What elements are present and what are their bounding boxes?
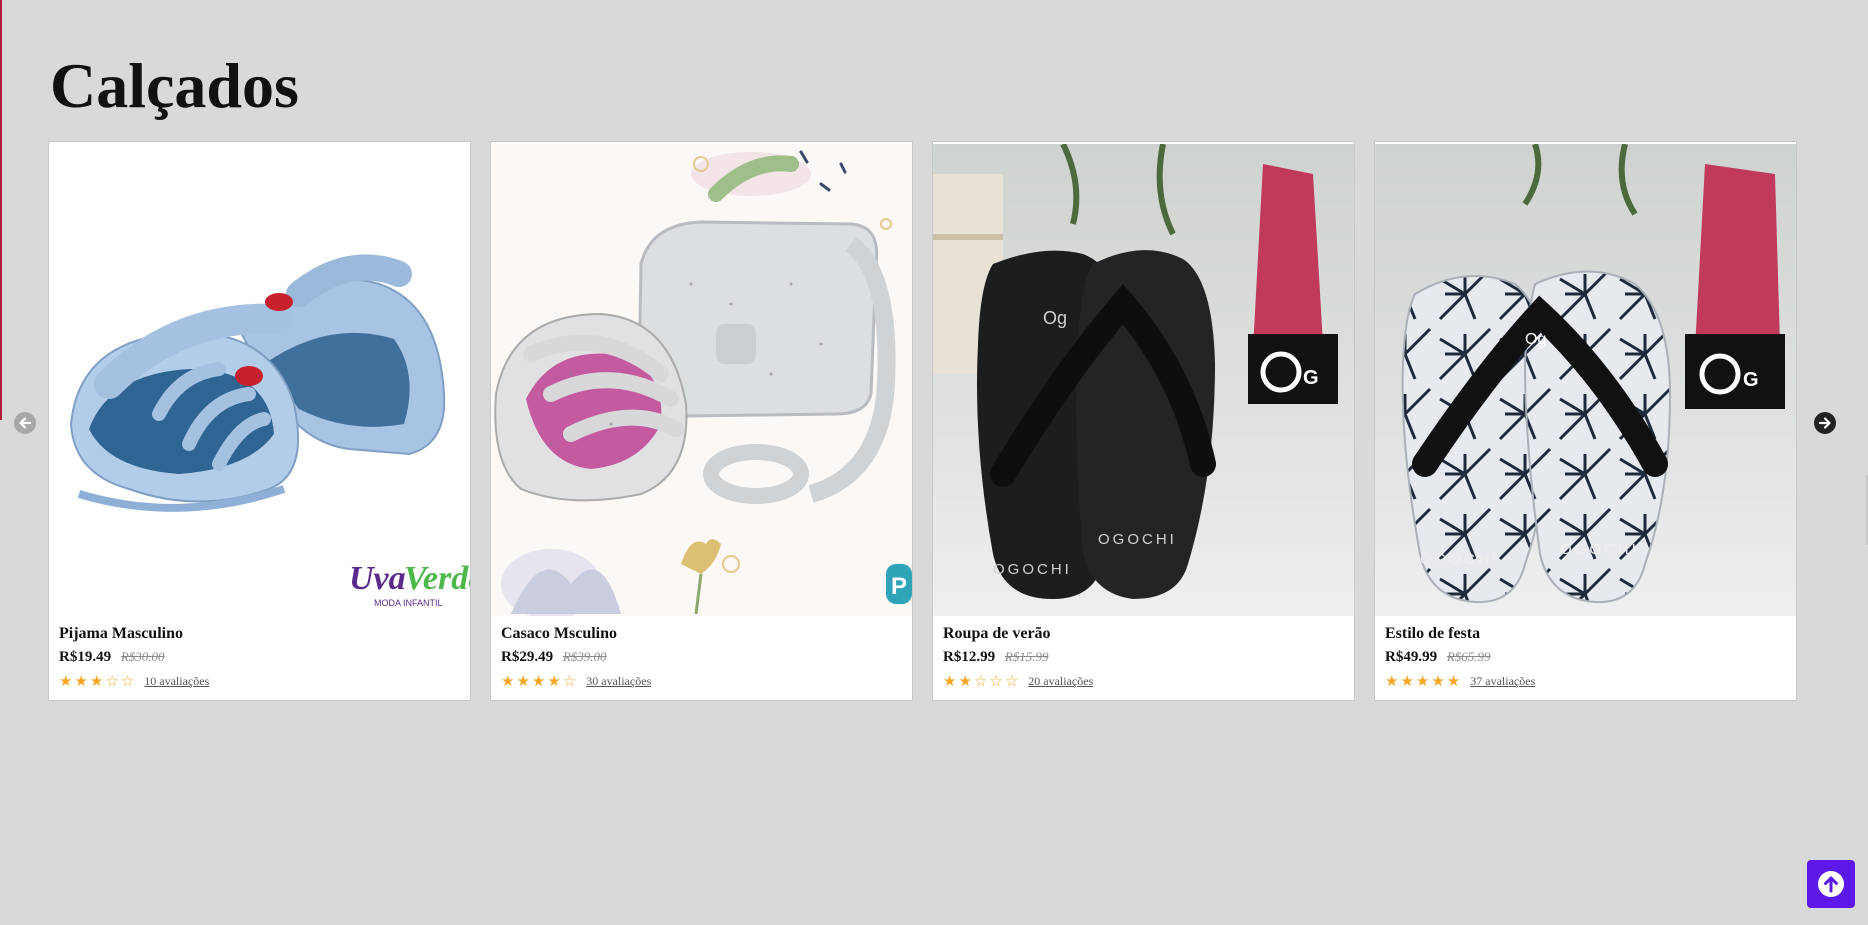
star-empty-icon: ☆ — [973, 672, 988, 690]
product-carousel: Uva Verde MODA INFANTIL Pijama Masculino… — [48, 141, 1802, 703]
product-price: R$49.99 — [1385, 649, 1438, 665]
product-old-price: R$15.99 — [1004, 649, 1049, 664]
product-name[interactable]: Estilo de festa — [1385, 624, 1786, 644]
svg-text:Og: Og — [1525, 331, 1546, 348]
svg-text:G: G — [1303, 367, 1319, 389]
star-empty-icon: ☆ — [1004, 672, 1019, 690]
section-title: Calçados — [50, 50, 299, 121]
svg-text:Og: Og — [1043, 308, 1067, 328]
star-filled-icon: ★ — [958, 672, 972, 690]
star-filled-icon: ★ — [1415, 672, 1430, 690]
reviews-link[interactable]: 20 avaliações — [1028, 674, 1093, 689]
brand-mark: P — [891, 573, 907, 600]
carousel-prev-button[interactable] — [14, 412, 36, 434]
product-card[interactable]: G OGOCHI OGOCHI Og Roupa de verão R$12.9… — [932, 141, 1355, 701]
sandal-image: Uva Verde MODA INFANTIL — [49, 144, 470, 616]
product-card[interactable]: Uva Verde MODA INFANTIL Pijama Masculino… — [48, 141, 471, 701]
star-filled-icon: ★ — [1446, 672, 1461, 690]
product-image[interactable]: Uva Verde MODA INFANTIL — [49, 144, 470, 616]
svg-text:OGOCHI: OGOCHI — [1098, 531, 1177, 548]
carousel-next-button[interactable] — [1814, 412, 1836, 434]
product-old-price: R$39.00 — [562, 649, 607, 664]
star-filled-icon: ★ — [89, 672, 104, 690]
reviews-link[interactable]: 30 avaliações — [586, 674, 651, 689]
product-image[interactable]: G OGOCHI OGOCHI Og — [1375, 144, 1796, 616]
star-filled-icon: ★ — [547, 672, 561, 690]
palm-flipflops-image: G OGOCHI OGOCHI Og — [1375, 144, 1796, 616]
rating-stars: ★ ★ ☆ ☆ ☆ — [943, 674, 1018, 689]
reviews-link[interactable]: 37 avaliações — [1470, 674, 1535, 689]
rating-stars: ★ ★ ★ ☆ ☆ — [59, 674, 134, 689]
product-card[interactable]: P Casaco Msculino R$29.49 R$39.00 ★ ★ ★ ★ ☆ … — [490, 141, 913, 701]
star-filled-icon: ★ — [1431, 672, 1445, 690]
star-empty-icon: ☆ — [562, 672, 577, 690]
product-card[interactable]: G OGOCHI OGOCHI Og Estilo de festa R$49.… — [1374, 141, 1797, 701]
arrow-left-icon — [19, 417, 32, 429]
product-name[interactable]: Roupa de verão — [943, 624, 1344, 644]
product-price: R$29.49 — [501, 649, 554, 665]
product-image[interactable]: G OGOCHI OGOCHI Og — [933, 144, 1354, 616]
svg-text:OGOCHI: OGOCHI — [993, 561, 1072, 578]
star-filled-icon: ★ — [531, 672, 546, 690]
svg-text:OGOCHI: OGOCHI — [1560, 541, 1639, 558]
star-filled-icon: ★ — [1385, 672, 1399, 690]
left-accent-bar — [0, 0, 2, 925]
product-name[interactable]: Pijama Masculino — [59, 624, 460, 644]
star-filled-icon: ★ — [516, 672, 530, 690]
star-filled-icon: ★ — [1400, 672, 1414, 690]
star-filled-icon: ★ — [59, 672, 73, 690]
star-empty-icon: ☆ — [120, 672, 135, 690]
svg-text:G: G — [1743, 369, 1759, 391]
carousel-track: Uva Verde MODA INFANTIL Pijama Masculino… — [48, 141, 1802, 701]
page: Calçados Uva Verd MODA INFANTIL Pijama M… — [0, 0, 1868, 925]
product-old-price: R$30.00 — [120, 649, 165, 664]
star-empty-icon: ☆ — [989, 672, 1003, 690]
star-filled-icon: ★ — [943, 672, 957, 690]
arrow-up-circle-icon — [1818, 871, 1844, 897]
glitter-sandal-image: P — [491, 144, 912, 616]
rating-stars: ★ ★ ★ ★ ★ — [1385, 674, 1460, 689]
svg-text:Verde: Verde — [404, 560, 470, 597]
svg-text:MODA INFANTIL: MODA INFANTIL — [374, 598, 443, 608]
rating-stars: ★ ★ ★ ★ ☆ — [501, 674, 576, 689]
product-name[interactable]: Casaco Msculino — [501, 624, 902, 644]
black-flipflops-image: G OGOCHI OGOCHI Og — [933, 144, 1354, 616]
back-to-top-button[interactable] — [1807, 860, 1855, 908]
product-price: R$12.99 — [943, 649, 996, 665]
product-price: R$19.49 — [59, 649, 112, 665]
product-old-price: R$65.99 — [1446, 649, 1491, 664]
arrow-right-icon — [1818, 417, 1831, 429]
reviews-link[interactable]: 10 avaliações — [144, 674, 209, 689]
star-filled-icon: ★ — [501, 672, 515, 690]
product-image[interactable]: P — [491, 144, 912, 616]
star-filled-icon: ★ — [74, 672, 88, 690]
svg-text:OGOCHI: OGOCHI — [1420, 551, 1499, 568]
star-empty-icon: ☆ — [105, 672, 119, 690]
svg-text:Uva: Uva — [349, 560, 406, 597]
